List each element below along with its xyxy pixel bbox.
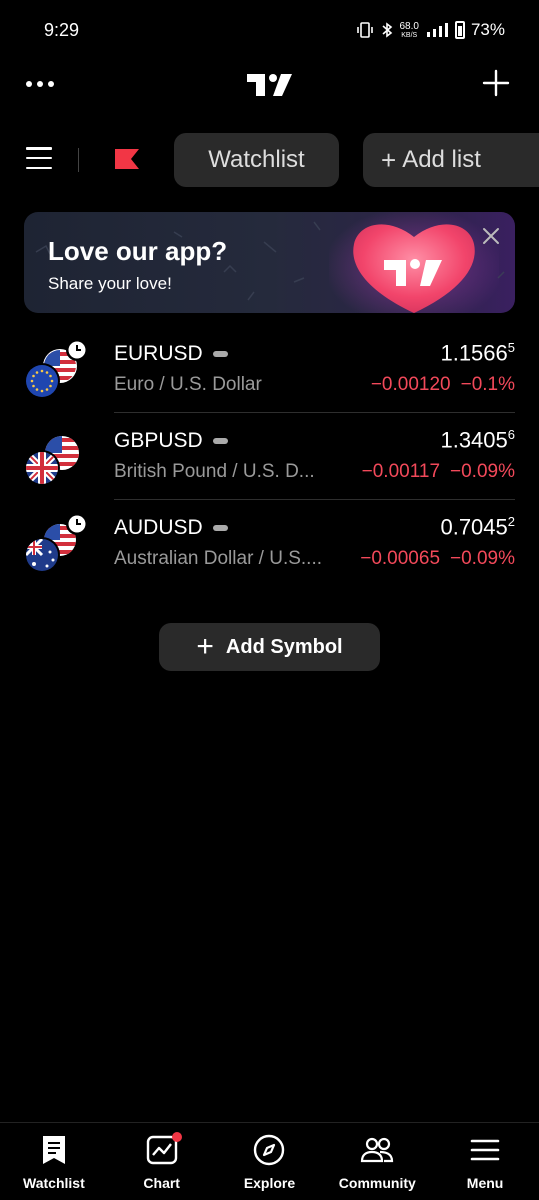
symbol-price: 1.34056 bbox=[440, 427, 515, 453]
symbol-list: EURUSD Euro / U.S. Dollar 1.15665 −0.001… bbox=[0, 326, 539, 587]
price-pip: 6 bbox=[507, 427, 515, 442]
symbol-ticker: AUDUSD bbox=[114, 516, 228, 540]
gbp-usd-flags-icon bbox=[24, 436, 79, 486]
status-bar: 9:29 68.0 KB/S 73% bbox=[0, 0, 539, 62]
status-time: 9:29 bbox=[44, 20, 80, 40]
compass-icon bbox=[254, 1134, 285, 1166]
price-pip: 5 bbox=[507, 340, 515, 355]
symbol-row[interactable]: AUDUSD Australian Dollar / U.S.... 0.704… bbox=[0, 500, 539, 587]
menu-icon bbox=[470, 1139, 500, 1161]
vibrate-icon bbox=[356, 22, 373, 38]
change-percent: −0.1% bbox=[460, 374, 515, 395]
banner-subtitle: Share your love! bbox=[48, 274, 172, 293]
symbol-ticker: EURUSD bbox=[114, 342, 228, 366]
status-icons: 68.0 KB/S 73% bbox=[356, 20, 505, 40]
market-status-icon bbox=[212, 351, 228, 357]
more-options-button[interactable] bbox=[26, 72, 58, 96]
change-percent: −0.09% bbox=[450, 548, 515, 569]
battery-icon bbox=[454, 21, 465, 39]
market-status-icon bbox=[212, 525, 228, 531]
app-header bbox=[0, 62, 539, 110]
heart-logo-icon bbox=[329, 212, 499, 313]
market-status-icon bbox=[212, 438, 228, 444]
more-dot-icon bbox=[26, 81, 32, 87]
symbol-change: −0.00065 −0.09% bbox=[360, 548, 515, 570]
watchlist-toolbar: Watchlist + Add list bbox=[0, 130, 539, 190]
symbol-change: −0.00120 −0.1% bbox=[371, 374, 515, 396]
add-list-button[interactable]: + Add list bbox=[363, 133, 539, 187]
symbol-ticker: GBPUSD bbox=[114, 429, 228, 453]
symbol-row[interactable]: GBPUSD British Pound / U.S. D... 1.34056… bbox=[0, 413, 539, 500]
nav-label: Explore bbox=[243, 1175, 296, 1191]
watchlist-icon bbox=[42, 1136, 65, 1164]
net-speed-unit: KB/S bbox=[401, 31, 418, 39]
watchlist-tab-label: Watchlist bbox=[208, 146, 305, 173]
ticker-text: EURUSD bbox=[114, 342, 203, 365]
tradingview-logo-icon bbox=[247, 74, 292, 96]
add-symbol-button[interactable]: + Add Symbol bbox=[159, 623, 380, 671]
toolbar-divider bbox=[78, 148, 79, 172]
signal-icon bbox=[426, 23, 448, 37]
nav-label: Community bbox=[338, 1175, 416, 1191]
symbol-description: Australian Dollar / U.S.... bbox=[114, 548, 323, 569]
battery-percent: 73% bbox=[470, 20, 505, 39]
ticker-text: GBPUSD bbox=[114, 429, 203, 452]
nav-chart[interactable]: Chart bbox=[108, 1123, 216, 1200]
nav-label: Chart bbox=[143, 1175, 180, 1191]
plus-icon: + bbox=[196, 630, 214, 663]
symbol-price: 0.70452 bbox=[440, 514, 515, 540]
watchlists-menu-button[interactable] bbox=[26, 147, 52, 169]
nav-explore[interactable]: Explore bbox=[216, 1123, 324, 1200]
more-dot-icon bbox=[48, 81, 54, 87]
symbol-description: Euro / U.S. Dollar bbox=[114, 374, 262, 395]
hamburger-line-icon bbox=[26, 147, 52, 150]
banner-title: Love our app? bbox=[48, 236, 228, 266]
nav-watchlist[interactable]: Watchlist bbox=[0, 1123, 108, 1200]
love-app-banner[interactable]: Love our app? Share your love! bbox=[24, 212, 515, 313]
nav-label: Watchlist bbox=[23, 1175, 85, 1191]
symbol-row[interactable]: EURUSD Euro / U.S. Dollar 1.15665 −0.001… bbox=[0, 326, 539, 413]
change-value: −0.00120 bbox=[370, 374, 451, 395]
change-value: −0.00117 bbox=[361, 461, 441, 482]
net-speed-value: 68.0 bbox=[399, 20, 419, 32]
change-value: −0.00065 bbox=[360, 548, 441, 569]
bluetooth-icon bbox=[381, 22, 392, 38]
symbol-price: 1.15665 bbox=[440, 340, 515, 366]
eur-usd-flags-icon bbox=[24, 339, 88, 399]
ticker-text: AUDUSD bbox=[114, 516, 203, 539]
watchlist-tab[interactable]: Watchlist bbox=[174, 133, 339, 187]
nav-menu[interactable]: Menu bbox=[431, 1123, 539, 1200]
more-dot-icon bbox=[37, 81, 43, 87]
bottom-navigation: Watchlist Chart Explore Community Menu bbox=[0, 1122, 539, 1200]
nav-community[interactable]: Community bbox=[323, 1123, 431, 1200]
add-list-label: Add list bbox=[402, 146, 481, 173]
close-icon[interactable] bbox=[481, 226, 501, 246]
change-percent: −0.09% bbox=[450, 461, 515, 482]
symbol-description: British Pound / U.S. D... bbox=[114, 461, 315, 482]
hamburger-line-icon bbox=[26, 166, 52, 169]
aud-usd-flags-icon bbox=[24, 513, 88, 573]
symbol-change: −0.00117 −0.09% bbox=[362, 461, 515, 483]
price-main: 0.7045 bbox=[440, 514, 508, 540]
red-flag-icon[interactable] bbox=[113, 147, 141, 171]
nav-label: Menu bbox=[466, 1175, 504, 1191]
notification-dot bbox=[171, 1132, 182, 1142]
price-pip: 2 bbox=[507, 514, 515, 529]
add-symbol-label: Add Symbol bbox=[225, 635, 343, 658]
add-button[interactable] bbox=[481, 68, 511, 98]
hamburger-line-icon bbox=[26, 156, 52, 160]
price-main: 1.1566 bbox=[440, 340, 508, 366]
plus-icon: + bbox=[381, 144, 397, 175]
price-main: 1.3405 bbox=[440, 427, 508, 453]
net-speed: 68.0 KB/S bbox=[400, 21, 419, 40]
community-icon bbox=[361, 1137, 394, 1163]
